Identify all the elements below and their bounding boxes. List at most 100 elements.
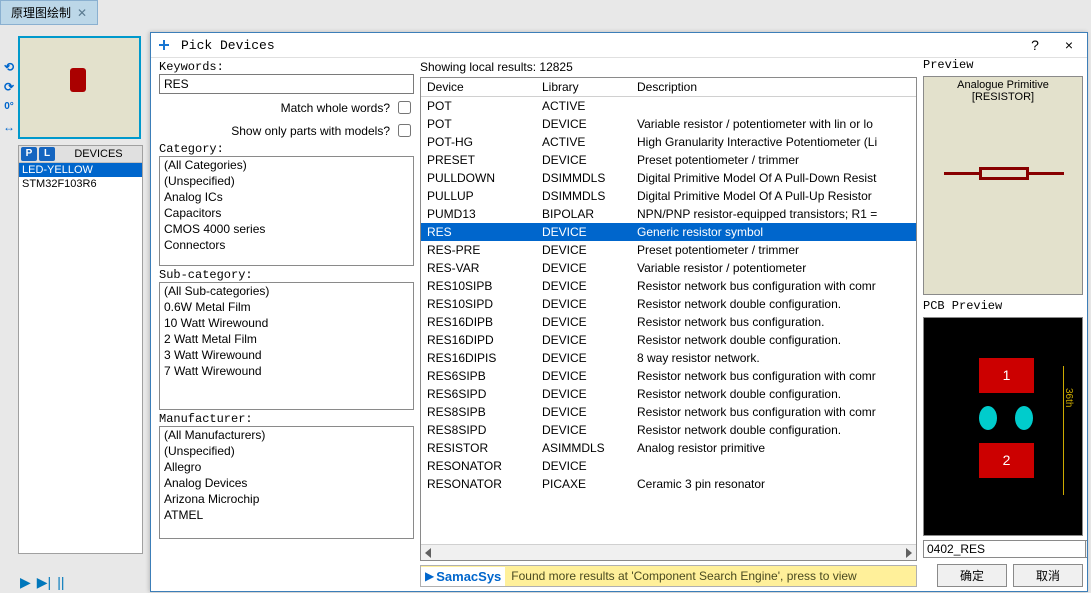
category-listbox[interactable]: (All Categories)(Unspecified)Analog ICsC… xyxy=(159,156,414,266)
table-row[interactable]: PULLDOWNDSIMMDLSDigital Primitive Model … xyxy=(421,169,916,187)
table-row[interactable]: POTACTIVE xyxy=(421,97,916,115)
col-device[interactable]: Device xyxy=(421,78,536,96)
table-row[interactable]: RES10SIPBDEVICEResistor network bus conf… xyxy=(421,277,916,295)
list-item[interactable]: 7 Watt Wirewound xyxy=(160,363,413,379)
col-description[interactable]: Description xyxy=(631,78,916,96)
list-item[interactable]: Capacitors xyxy=(160,205,413,221)
cell-device: RES-VAR xyxy=(421,259,536,277)
cell-library: DEVICE xyxy=(536,385,631,403)
table-row[interactable]: RESONATORPICAXECeramic 3 pin resonator xyxy=(421,475,916,493)
left-toolbar: ⟲ ⟳ 0° ↔ xyxy=(0,55,18,139)
table-row[interactable]: POT-HGACTIVEHigh Granularity Interactive… xyxy=(421,133,916,151)
list-item[interactable]: (All Manufacturers) xyxy=(160,427,413,443)
cell-description: Generic resistor symbol xyxy=(631,223,916,241)
device-item[interactable]: STM32F103R6 xyxy=(19,177,142,191)
table-row[interactable]: RES16DIPDDEVICEResistor network double c… xyxy=(421,331,916,349)
samacsys-banner[interactable]: ▶SamacSys Found more results at 'Compone… xyxy=(420,565,917,587)
l-badge-icon[interactable]: L xyxy=(39,147,55,161)
keywords-label: Keywords: xyxy=(159,60,414,74)
list-item[interactable]: Analog Devices xyxy=(160,475,413,491)
close-button[interactable]: × xyxy=(1059,37,1079,53)
cell-library: DEVICE xyxy=(536,223,631,241)
table-row[interactable]: RES10SIPDDEVICEResistor network double c… xyxy=(421,295,916,313)
list-item[interactable]: Arizona Microchip xyxy=(160,491,413,507)
manufacturer-listbox[interactable]: (All Manufacturers)(Unspecified)AllegroA… xyxy=(159,426,414,539)
list-item[interactable]: (Unspecified) xyxy=(160,443,413,459)
subcategory-listbox[interactable]: (All Sub-categories)0.6W Metal Film10 Wa… xyxy=(159,282,414,410)
results-table-body[interactable]: POTACTIVEPOTDEVICEVariable resistor / po… xyxy=(421,97,916,544)
devices-panel: P L DEVICES LED-YELLOWSTM32F103R6 xyxy=(18,145,143,554)
chevron-down-icon[interactable]: ▼ xyxy=(1086,540,1087,558)
table-row[interactable]: RES-VARDEVICEVariable resistor / potenti… xyxy=(421,259,916,277)
table-row[interactable]: RES-PREDEVICEPreset potentiometer / trim… xyxy=(421,241,916,259)
pcb-pad-2: 2 xyxy=(979,443,1034,478)
expand-icon[interactable]: ↔ xyxy=(1,119,17,135)
devices-list[interactable]: LED-YELLOWSTM32F103R6 xyxy=(19,163,142,553)
cell-description: Analog resistor primitive xyxy=(631,439,916,457)
tab-schematic[interactable]: 原理图绘制 ✕ xyxy=(0,0,98,25)
list-item[interactable]: (All Sub-categories) xyxy=(160,283,413,299)
play-icon[interactable]: ▶ xyxy=(20,574,31,591)
cell-library: BIPOLAR xyxy=(536,205,631,223)
horizontal-scrollbar[interactable] xyxy=(421,544,916,560)
cell-device: PULLUP xyxy=(421,187,536,205)
table-row[interactable]: RES8SIPBDEVICEResistor network bus confi… xyxy=(421,403,916,421)
table-row[interactable]: RES16DIPISDEVICE8 way resistor network. xyxy=(421,349,916,367)
redo-icon[interactable]: ⟳ xyxy=(1,79,17,95)
table-row[interactable]: RES6SIPDDEVICEResistor network double co… xyxy=(421,385,916,403)
dimension-line xyxy=(1063,366,1064,495)
list-item[interactable]: 2 Watt Metal Film xyxy=(160,331,413,347)
table-row[interactable]: POTDEVICEVariable resistor / potentiomet… xyxy=(421,115,916,133)
dialog-titlebar: Pick Devices ? × xyxy=(151,33,1087,58)
table-row[interactable]: PUMD13BIPOLARNPN/PNP resistor-equipped t… xyxy=(421,205,916,223)
cell-description: Resistor network bus configuration with … xyxy=(631,277,916,295)
list-item[interactable]: 3 Watt Wirewound xyxy=(160,347,413,363)
cell-device: RES8SIPD xyxy=(421,421,536,439)
angle-icon[interactable]: 0° xyxy=(1,99,17,115)
step-icon[interactable]: ▶| xyxy=(37,574,51,591)
match-whole-checkbox[interactable] xyxy=(398,101,411,114)
cell-device: POT-HG xyxy=(421,133,536,151)
table-row[interactable]: RES16DIPBDEVICEResistor network bus conf… xyxy=(421,313,916,331)
table-row[interactable]: RESISTORASIMMDLSAnalog resistor primitiv… xyxy=(421,439,916,457)
pause-icon[interactable]: || xyxy=(57,574,64,591)
list-item[interactable]: (Unspecified) xyxy=(160,173,413,189)
cell-description: Variable resistor / potentiometer with l… xyxy=(631,115,916,133)
cell-description: Resistor network bus configuration with … xyxy=(631,367,916,385)
cell-library: DEVICE xyxy=(536,115,631,133)
table-row[interactable]: PRESETDEVICEPreset potentiometer / trimm… xyxy=(421,151,916,169)
help-button[interactable]: ? xyxy=(1025,37,1045,53)
col-library[interactable]: Library xyxy=(536,78,631,96)
pick-devices-dialog: Pick Devices ? × Keywords: Match whole w… xyxy=(150,32,1088,592)
ok-button[interactable]: 确定 xyxy=(937,564,1007,587)
list-item[interactable]: 0.6W Metal Film xyxy=(160,299,413,315)
list-item[interactable]: Allegro xyxy=(160,459,413,475)
close-icon[interactable]: ✕ xyxy=(77,6,87,20)
refresh-icon[interactable]: ⟲ xyxy=(1,59,17,75)
list-item[interactable]: (All Categories) xyxy=(160,157,413,173)
p-badge-icon[interactable]: P xyxy=(21,147,37,161)
devices-title: DEVICES xyxy=(57,148,140,160)
cell-library: DEVICE xyxy=(536,367,631,385)
table-row[interactable]: RES6SIPBDEVICEResistor network bus confi… xyxy=(421,367,916,385)
list-item[interactable]: CMOS 4000 series xyxy=(160,221,413,237)
keywords-input[interactable] xyxy=(159,74,414,94)
table-row[interactable]: RES8SIPDDEVICEResistor network double co… xyxy=(421,421,916,439)
models-only-label: Show only parts with models? xyxy=(231,124,390,138)
device-item[interactable]: LED-YELLOW xyxy=(19,163,142,177)
cell-description: Preset potentiometer / trimmer xyxy=(631,151,916,169)
list-item[interactable]: Analog ICs xyxy=(160,189,413,205)
cell-library: DEVICE xyxy=(536,241,631,259)
table-row[interactable]: RESONATORDEVICE xyxy=(421,457,916,475)
models-only-checkbox[interactable] xyxy=(398,124,411,137)
list-item[interactable]: 10 Watt Wirewound xyxy=(160,315,413,331)
cell-device: RES6SIPB xyxy=(421,367,536,385)
table-row[interactable]: RESDEVICEGeneric resistor symbol xyxy=(421,223,916,241)
list-item[interactable]: Connectors xyxy=(160,237,413,253)
cancel-button[interactable]: 取消 xyxy=(1013,564,1083,587)
list-item[interactable]: ATMEL xyxy=(160,507,413,523)
footprint-select[interactable] xyxy=(923,540,1086,558)
table-row[interactable]: PULLUPDSIMMDLSDigital Primitive Model Of… xyxy=(421,187,916,205)
cell-device: PRESET xyxy=(421,151,536,169)
cell-device: RESONATOR xyxy=(421,475,536,493)
